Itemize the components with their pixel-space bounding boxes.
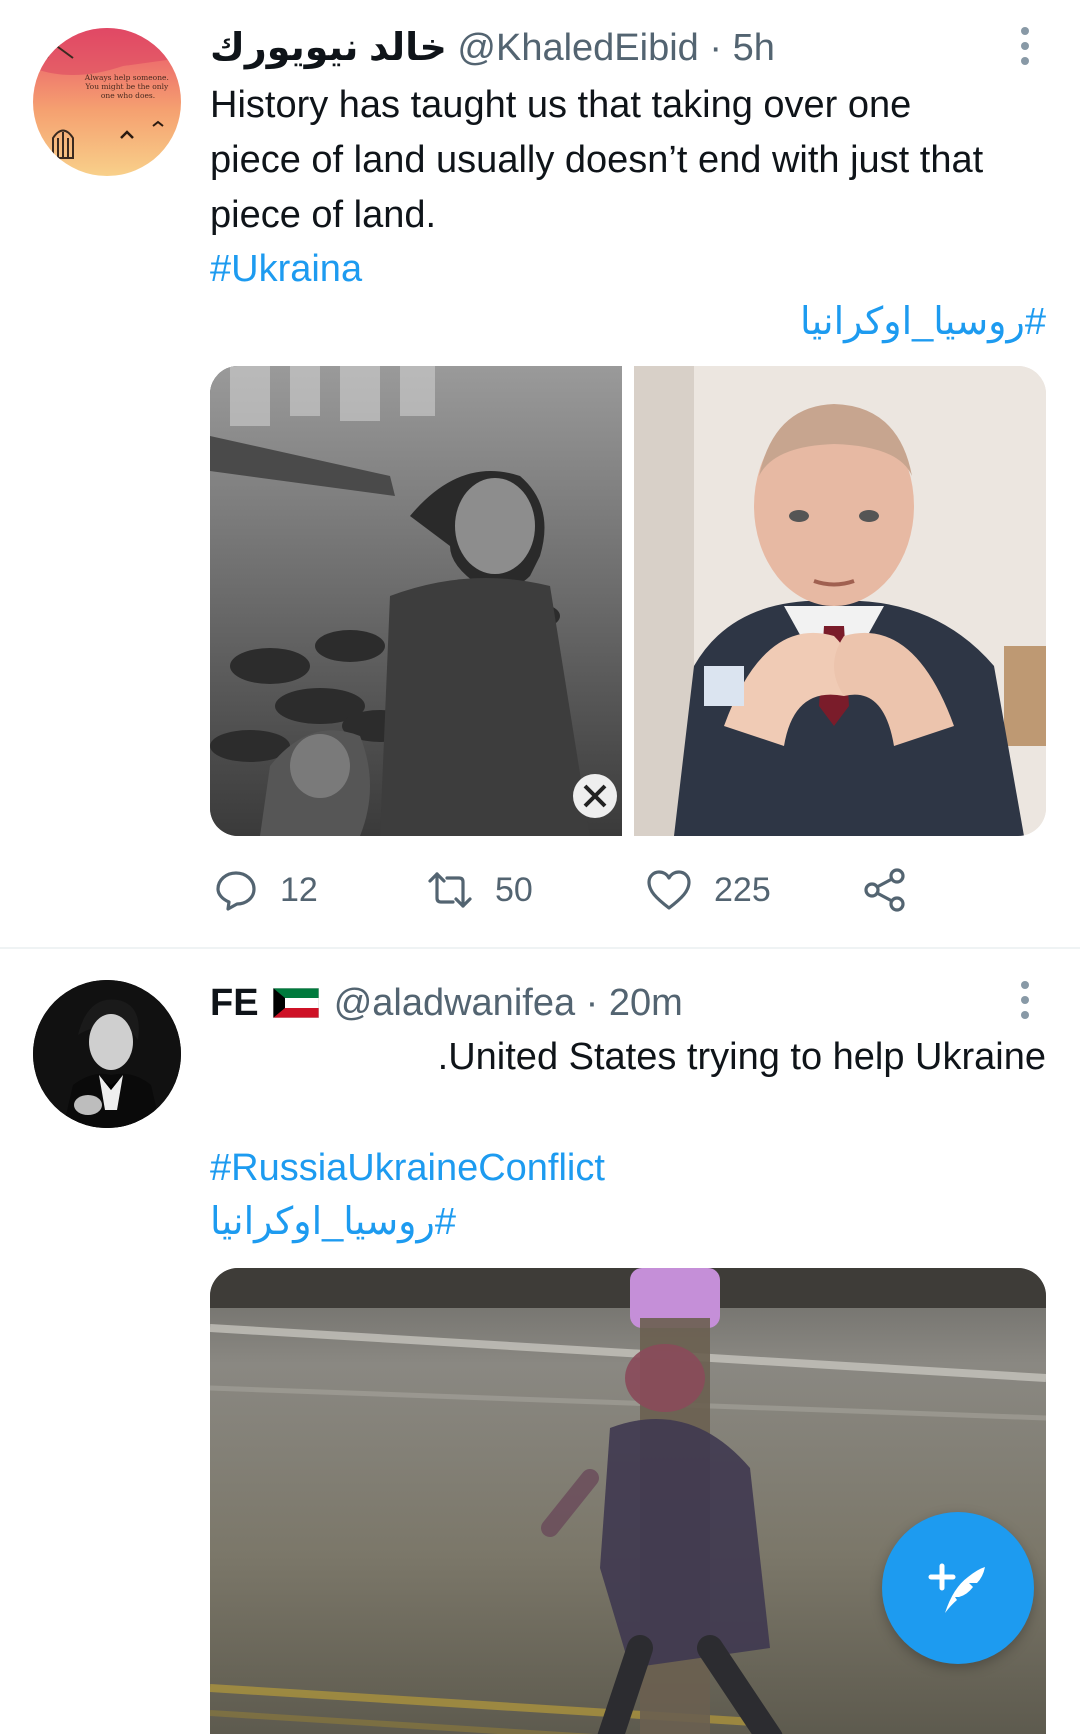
- handle[interactable]: @KhaledEibid: [457, 27, 698, 69]
- display-name[interactable]: خالد نيويورك: [210, 27, 447, 69]
- tweet-1[interactable]: Always help someone. You might be the on…: [0, 0, 1080, 947]
- video-frame: [210, 1268, 1046, 1734]
- hashtag-russia-ukraine-arabic[interactable]: #روسيا_اوكرانيا: [800, 295, 1046, 350]
- avatar-khaled[interactable]: Always help someone. You might be the on…: [33, 28, 181, 176]
- more-icon[interactable]: [1010, 22, 1040, 70]
- display-name[interactable]: FE: [210, 982, 259, 1024]
- tweet-header: خالد نيويورك @KhaledEibid · 5h: [210, 24, 775, 72]
- retweet-count: 50: [495, 870, 533, 909]
- reply-icon: [216, 871, 256, 911]
- tweet-header: FE @aladwanifea · 20m: [210, 979, 683, 1027]
- compose-tweet-button[interactable]: [882, 1512, 1034, 1664]
- media-image-left[interactable]: [210, 366, 622, 836]
- avatar-image: Always help someone. You might be the on…: [33, 28, 181, 176]
- like-button[interactable]: 225: [646, 868, 771, 912]
- media-image-right[interactable]: [634, 366, 1046, 836]
- reply-button[interactable]: 12: [214, 868, 318, 912]
- share-icon: [864, 868, 905, 912]
- media-video[interactable]: [210, 1268, 1046, 1734]
- retweet-icon: [428, 872, 472, 908]
- like-count: 225: [714, 870, 771, 909]
- avatar-fe[interactable]: [33, 980, 181, 1128]
- tweet-text: .United States trying to help Ukraine: [437, 1036, 1046, 1078]
- share-button[interactable]: [862, 868, 908, 912]
- hashtag-russia-ukraine-conflict[interactable]: #RussiaUkraineConflict: [210, 1141, 605, 1196]
- compose-tweet-icon: [928, 1563, 985, 1613]
- handle[interactable]: @aladwanifea: [334, 982, 575, 1024]
- avatar-image: [33, 980, 181, 1128]
- retweet-button[interactable]: 50: [427, 868, 533, 912]
- reply-count: 12: [280, 870, 318, 909]
- kuwait-flag-icon: [272, 987, 320, 1019]
- separator-dot: ·: [585, 982, 599, 1024]
- hashtag-russia-ukraine-arabic[interactable]: روسيا_اوكرانيا#: [210, 1195, 456, 1250]
- like-icon: [647, 870, 691, 910]
- tweet-text: History has taught us that taking over o…: [210, 84, 984, 236]
- hashtag-ukraina[interactable]: #Ukraina: [210, 242, 362, 297]
- media-grid: [210, 366, 1046, 836]
- tweet-actions: 12 50 225: [0, 868, 1080, 928]
- timestamp[interactable]: 5h: [733, 27, 775, 69]
- timestamp[interactable]: 20m: [609, 982, 683, 1024]
- more-icon[interactable]: [1010, 976, 1040, 1024]
- separator-dot: ·: [709, 27, 723, 69]
